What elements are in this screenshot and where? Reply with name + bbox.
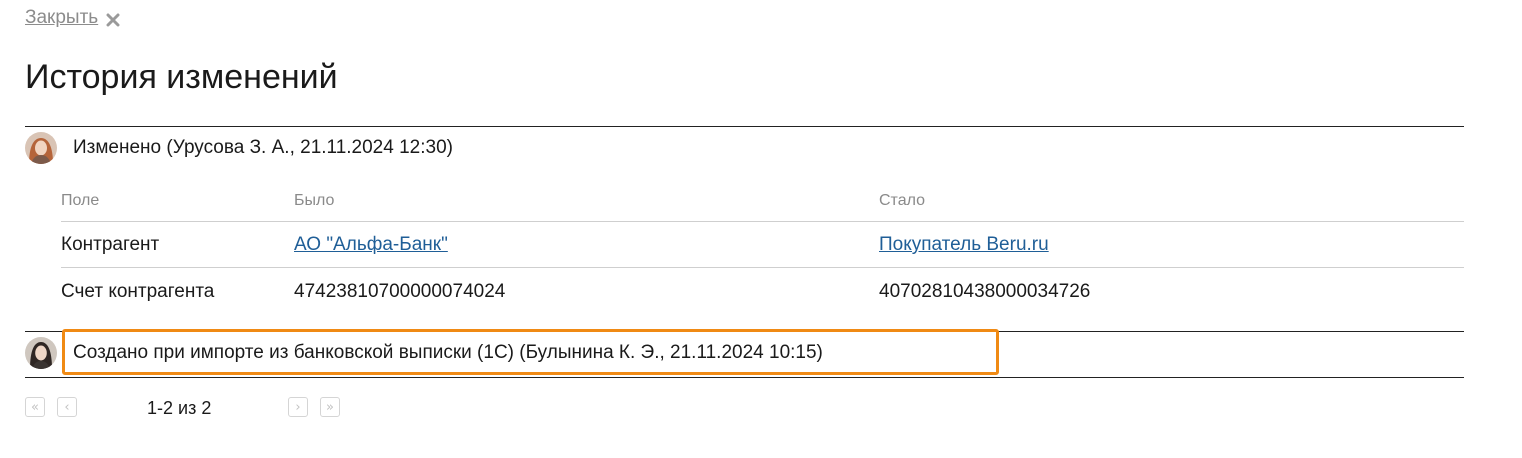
table-cell-field: Контрагент	[61, 234, 160, 255]
history-entry-header: Изменено (Урусова З. А., 21.11.2024 12:3…	[25, 132, 453, 164]
old-value-link[interactable]: АО "Альфа-Банк"	[294, 234, 448, 255]
user-avatar	[25, 337, 57, 369]
table-cell-field: Счет контрагента	[61, 281, 215, 302]
new-value-link[interactable]: Покупатель Beru.ru	[879, 234, 1049, 255]
close-label[interactable]: Закрыть	[25, 7, 98, 29]
pagination-info: 1-2 из 2	[147, 398, 212, 418]
user-avatar	[25, 132, 57, 164]
column-header-new: Стало	[879, 192, 926, 209]
column-header-old: Было	[294, 192, 335, 209]
table-cell-new: 40702810438000034726	[879, 281, 1091, 302]
history-entry-header: Создано при импорте из банковской выписк…	[25, 337, 823, 369]
prev-page-button[interactable]: ‹	[57, 397, 77, 417]
table-divider	[61, 221, 1464, 222]
table-cell-old: 47423810700000074024	[294, 281, 506, 302]
divider	[25, 377, 1464, 378]
column-header-field: Поле	[61, 192, 100, 209]
table-divider	[61, 267, 1464, 268]
first-page-button[interactable]: «	[25, 397, 45, 417]
history-entry-title: Создано при импорте из банковской выписк…	[73, 342, 823, 363]
close-link[interactable]: Закрыть	[25, 7, 120, 29]
history-entry-title: Изменено (Урусова З. А., 21.11.2024 12:3…	[73, 137, 453, 158]
next-page-button[interactable]: ›	[288, 397, 308, 417]
page-title: История изменений	[25, 58, 338, 96]
last-page-button[interactable]: »	[320, 397, 340, 417]
close-icon[interactable]	[106, 13, 120, 27]
divider	[25, 331, 1464, 332]
divider	[25, 126, 1464, 127]
